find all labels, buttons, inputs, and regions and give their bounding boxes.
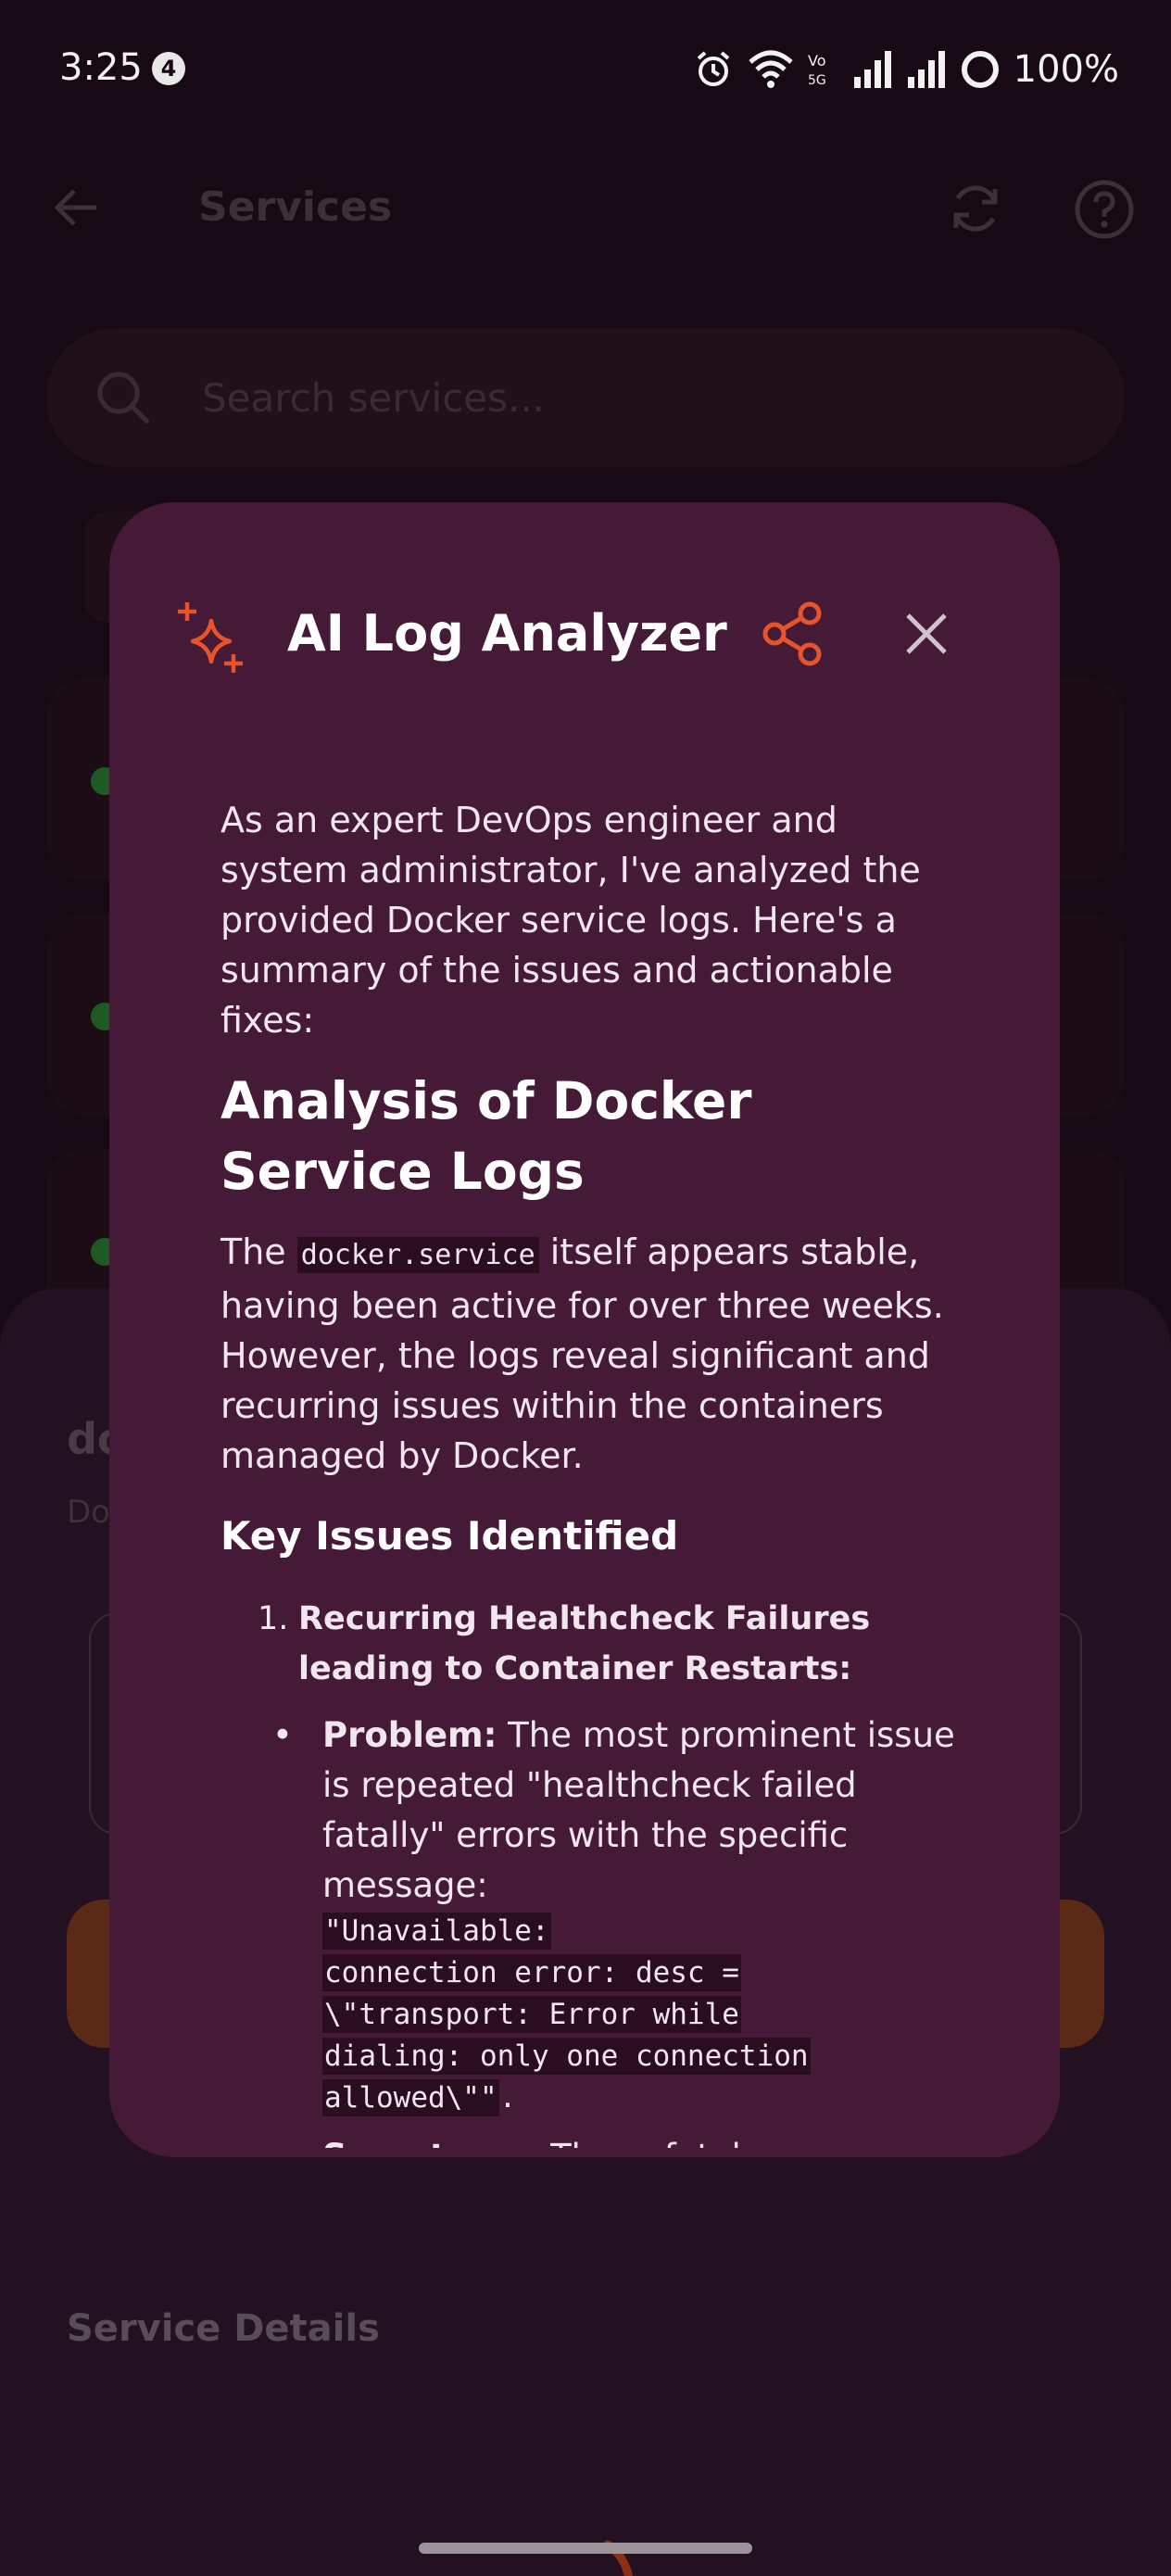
page-title: Services [198,183,393,231]
sparkle-icon [178,602,243,673]
battery-ring-icon [961,51,999,88]
inline-code: docker.service [296,1237,539,1273]
service-details-title: Service Details [67,2307,380,2350]
refresh-icon[interactable] [945,178,1006,239]
problem-label: Problem: [322,1715,497,1755]
status-time: 3:25 [59,46,143,89]
key-issues-heading: Key Issues Identified [220,1513,679,1559]
issue-details-list: • Problem: The most prominent issue is r… [272,1711,971,2148]
ai-log-analyzer-dialog: AI Log Analyzer As an expert DevOps engi… [109,502,1060,2157]
alarm-icon [697,51,729,86]
status-bar: 3:25 4 Vo 5G 100% [0,0,1171,139]
battery-percent: 100% [1013,48,1119,91]
volte-icon: Vo 5G [808,52,826,88]
problem-end: . [498,2081,517,2115]
code-line: "Unavailable: [322,1913,551,1950]
list-item-title: Recurring Healthcheck Failures leading t… [298,1600,871,1687]
back-arrow-icon[interactable] [48,180,104,235]
share-icon[interactable] [762,600,825,667]
summary-text-start: The [220,1231,286,1272]
search-bar[interactable] [46,328,1125,467]
summary-paragraph: The docker.service itself appears stable… [220,1227,971,1481]
analysis-content: As an expert DevOps engineer and system … [220,795,971,2148]
bullet: • [272,2132,293,2148]
symptoms-label: Symptoms: [322,2137,539,2148]
analysis-heading: Analysis of Docker Service Logs [220,1071,752,1201]
search-icon [97,372,150,424]
code-line: connection error: desc = [322,1954,741,1991]
list-item: • Symptoms: These fatal [272,2132,971,2148]
code-line: allowed\"" [322,2079,499,2116]
close-icon[interactable] [904,612,949,656]
home-indicator[interactable] [419,2543,752,2554]
list-item: • Problem: The most prominent issue is r… [272,1711,971,2119]
symptoms-text: These fatal [550,2137,741,2148]
help-icon[interactable] [1073,178,1136,241]
sheet-subtitle: Do [67,1494,110,1531]
app-bar: Services [0,139,1171,278]
code-line: \"transport: Error while [322,1996,741,2033]
svg-text:5G: 5G [808,73,826,88]
signal-icon [853,51,891,88]
bullet: • [272,1715,293,1755]
issues-list: 1. Recurring Healthcheck Failures leadin… [258,1594,971,1694]
svg-text:Vo: Vo [808,52,826,69]
code-line: dialing: only one connection [322,2038,811,2075]
search-input[interactable] [202,369,1036,426]
dialog-header: AI Log Analyzer [109,502,1060,715]
error-code: "Unavailable: connection error: desc = \"t… [322,1911,971,2119]
wifi-icon [748,50,793,88]
dialog-title: AI Log Analyzer [287,604,727,663]
status-icons: Vo 5G 100% [693,46,1119,93]
signal-icon [907,51,945,88]
notification-badge: 4 [152,52,185,85]
list-number: 1. [258,1600,289,1637]
intro-paragraph: As an expert DevOps engineer and system … [220,800,921,1041]
screen: 3:25 4 Vo 5G 100% Services Search servic… [0,0,1171,2576]
